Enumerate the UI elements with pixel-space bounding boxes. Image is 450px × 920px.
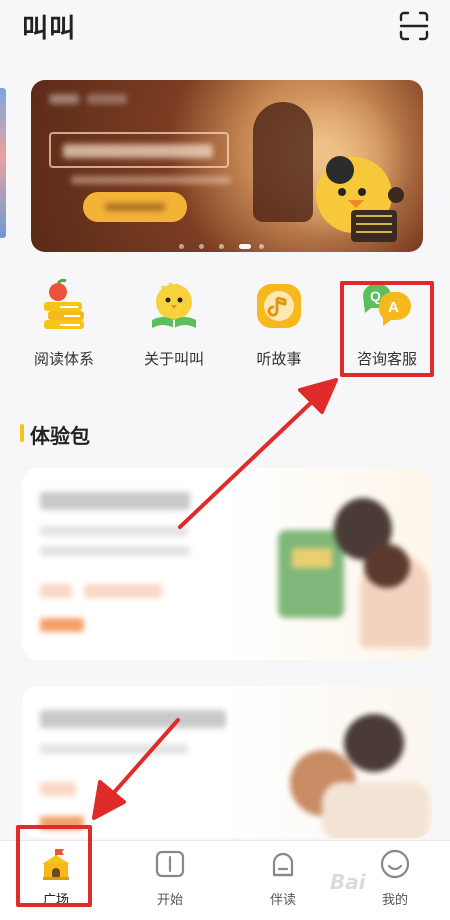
book-icon [155,850,185,878]
banner-title-box [49,132,229,168]
tab-start[interactable]: 开始 [125,847,215,913]
trial-package-card[interactable] [22,468,432,660]
tab-label: 开始 [156,893,183,908]
scan-icon[interactable] [398,10,430,42]
companion-bag-icon [272,852,294,877]
quick-nav-about[interactable]: 关于叫叫 [124,278,224,373]
quick-nav-stories[interactable]: 听故事 [229,278,329,373]
banner-pagination [31,244,423,252]
quick-nav-customer-service[interactable]: Q A 咨询客服 [337,278,437,373]
section-title: 体验包 [20,420,90,449]
books-apple-icon [44,278,84,329]
chick-mascot-icon [316,156,404,242]
quick-nav-label: 咨询客服 [356,350,417,368]
svg-text:A: A [388,299,399,316]
quick-nav-label: 阅读体系 [33,350,94,368]
svg-text:Q: Q [370,288,381,304]
previous-banner-edge [0,88,6,238]
quick-nav-label: 听故事 [256,350,302,368]
qa-chat-icon: Q A [363,284,411,326]
tab-label: 伴读 [269,893,296,908]
quick-nav-reading-system[interactable]: 阅读体系 [14,278,114,373]
bottom-tab-bar: 广场 开始 伴读 我的 [0,840,450,920]
trial-package-card[interactable] [22,686,432,838]
quick-nav-label: 关于叫叫 [143,350,204,368]
tab-label: 广场 [42,893,69,908]
chick-reading-icon [152,282,196,328]
watermark-text: Bai [330,870,366,894]
music-note-icon [257,284,301,328]
smile-face-icon [380,849,410,879]
tab-companion[interactable]: 伴读 [238,847,328,913]
banner-cta-button[interactable] [83,192,187,222]
school-house-icon [42,849,70,880]
app-title: 叫叫 [22,14,77,44]
banner-subtitle [71,176,231,184]
tab-plaza[interactable]: 广场 [11,847,101,913]
promo-banner[interactable] [31,80,423,252]
